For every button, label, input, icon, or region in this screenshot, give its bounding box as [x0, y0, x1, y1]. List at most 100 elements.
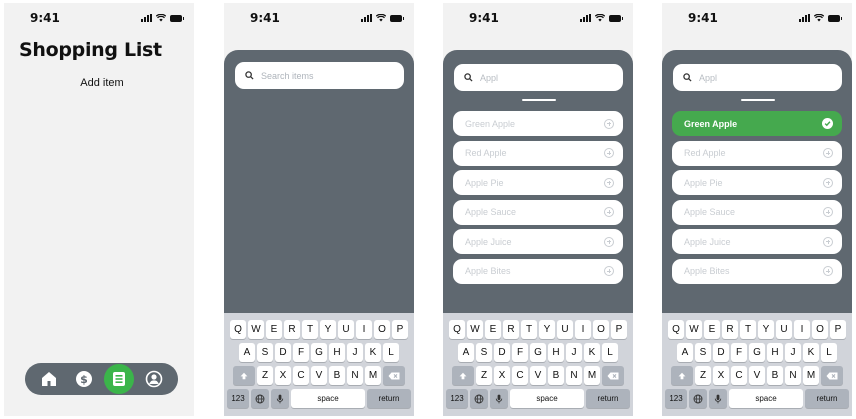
- add-circle-icon[interactable]: [604, 266, 614, 276]
- key-l[interactable]: L: [383, 343, 399, 362]
- key-x[interactable]: X: [494, 366, 510, 385]
- key-t[interactable]: T: [740, 320, 756, 339]
- microphone-key[interactable]: [271, 389, 289, 408]
- add-circle-icon[interactable]: [823, 266, 833, 276]
- key-f[interactable]: F: [293, 343, 309, 362]
- key-u[interactable]: U: [338, 320, 354, 339]
- key-j[interactable]: J: [566, 343, 582, 362]
- key-c[interactable]: C: [512, 366, 528, 385]
- key-j[interactable]: J: [347, 343, 363, 362]
- result-item[interactable]: Apple Sauce: [453, 199, 623, 225]
- numbers-key[interactable]: 123: [665, 389, 687, 408]
- key-i[interactable]: I: [356, 320, 372, 339]
- key-h[interactable]: H: [548, 343, 564, 362]
- key-z[interactable]: Z: [476, 366, 492, 385]
- result-item[interactable]: Apple Pie: [672, 170, 842, 195]
- key-a[interactable]: A: [239, 343, 255, 362]
- search-input[interactable]: Appl: [673, 64, 842, 91]
- key-a[interactable]: A: [677, 343, 693, 362]
- check-icon[interactable]: [822, 118, 833, 129]
- key-c[interactable]: C: [293, 366, 309, 385]
- key-g[interactable]: G: [749, 343, 765, 362]
- key-v[interactable]: V: [749, 366, 765, 385]
- shift-key[interactable]: [452, 366, 474, 385]
- key-x[interactable]: X: [275, 366, 291, 385]
- key-y[interactable]: Y: [539, 320, 555, 339]
- key-x[interactable]: X: [713, 366, 729, 385]
- key-v[interactable]: V: [311, 366, 327, 385]
- result-item[interactable]: Apple Sauce: [672, 199, 842, 225]
- key-q[interactable]: Q: [668, 320, 684, 339]
- key-m[interactable]: M: [584, 366, 600, 385]
- key-e[interactable]: E: [704, 320, 720, 339]
- delete-key[interactable]: [602, 366, 624, 385]
- key-g[interactable]: G: [311, 343, 327, 362]
- key-b[interactable]: B: [767, 366, 783, 385]
- key-w[interactable]: W: [467, 320, 483, 339]
- key-s[interactable]: S: [695, 343, 711, 362]
- numbers-key[interactable]: 123: [227, 389, 249, 408]
- delete-key[interactable]: [383, 366, 405, 385]
- key-f[interactable]: F: [731, 343, 747, 362]
- key-y[interactable]: Y: [320, 320, 336, 339]
- result-item[interactable]: Red Apple: [453, 140, 623, 166]
- globe-key[interactable]: [470, 389, 488, 408]
- add-circle-icon[interactable]: [823, 177, 833, 188]
- nav-budget[interactable]: $: [69, 364, 99, 394]
- key-h[interactable]: H: [767, 343, 783, 362]
- key-i[interactable]: I: [575, 320, 591, 339]
- space-key[interactable]: space: [510, 389, 584, 408]
- key-b[interactable]: B: [548, 366, 564, 385]
- add-circle-icon[interactable]: [823, 207, 833, 217]
- key-e[interactable]: E: [485, 320, 501, 339]
- space-key[interactable]: space: [729, 389, 803, 408]
- add-circle-icon[interactable]: [823, 148, 833, 158]
- key-r[interactable]: R: [722, 320, 738, 339]
- add-circle-icon[interactable]: [604, 118, 614, 129]
- key-y[interactable]: Y: [758, 320, 774, 339]
- return-key[interactable]: return: [367, 389, 411, 408]
- space-key[interactable]: space: [291, 389, 365, 408]
- numbers-key[interactable]: 123: [446, 389, 468, 408]
- key-p[interactable]: P: [830, 320, 846, 339]
- key-e[interactable]: E: [266, 320, 282, 339]
- sheet-handle[interactable]: [522, 99, 556, 101]
- key-w[interactable]: W: [248, 320, 264, 339]
- key-t[interactable]: T: [302, 320, 318, 339]
- key-p[interactable]: P: [392, 320, 408, 339]
- key-m[interactable]: M: [365, 366, 381, 385]
- key-o[interactable]: O: [812, 320, 828, 339]
- key-r[interactable]: R: [503, 320, 519, 339]
- search-input[interactable]: Search items: [235, 62, 404, 89]
- add-circle-icon[interactable]: [604, 148, 614, 158]
- key-v[interactable]: V: [530, 366, 546, 385]
- result-item[interactable]: Apple Bites: [672, 258, 842, 284]
- result-item[interactable]: Green Apple: [672, 111, 842, 136]
- add-item-button[interactable]: Add item: [4, 77, 194, 89]
- result-item[interactable]: Apple Bites: [453, 258, 623, 284]
- key-c[interactable]: C: [731, 366, 747, 385]
- key-z[interactable]: Z: [695, 366, 711, 385]
- nav-list[interactable]: [104, 364, 135, 394]
- add-circle-icon[interactable]: [823, 236, 833, 247]
- key-u[interactable]: U: [557, 320, 573, 339]
- key-d[interactable]: D: [275, 343, 291, 362]
- key-d[interactable]: D: [713, 343, 729, 362]
- add-circle-icon[interactable]: [604, 177, 614, 188]
- key-r[interactable]: R: [284, 320, 300, 339]
- result-item[interactable]: Green Apple: [453, 111, 623, 136]
- delete-key[interactable]: [821, 366, 843, 385]
- key-l[interactable]: L: [602, 343, 618, 362]
- key-q[interactable]: Q: [230, 320, 246, 339]
- nav-profile[interactable]: [139, 364, 169, 394]
- add-circle-icon[interactable]: [604, 207, 614, 217]
- key-k[interactable]: K: [365, 343, 381, 362]
- key-a[interactable]: A: [458, 343, 474, 362]
- key-i[interactable]: I: [794, 320, 810, 339]
- key-p[interactable]: P: [611, 320, 627, 339]
- key-s[interactable]: S: [476, 343, 492, 362]
- globe-key[interactable]: [689, 389, 707, 408]
- key-k[interactable]: K: [584, 343, 600, 362]
- key-m[interactable]: M: [803, 366, 819, 385]
- search-input[interactable]: Appl: [454, 64, 623, 91]
